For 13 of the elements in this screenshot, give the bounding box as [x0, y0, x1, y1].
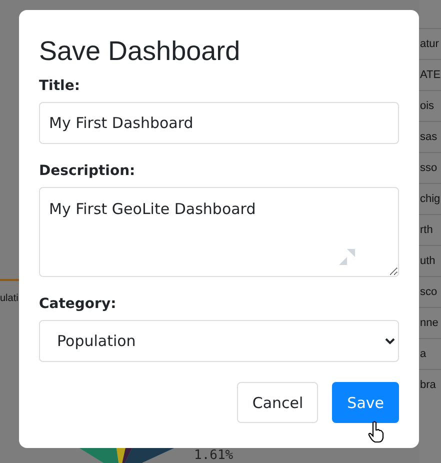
field-label: Category:	[39, 296, 118, 312]
chart-label: 1.61%	[194, 448, 234, 463]
dialog-title: Save Dashboard	[39, 35, 242, 68]
field-label: Description:	[39, 163, 136, 179]
field-label: Title:	[39, 78, 81, 94]
title-field[interactable]: My First Dashboard	[39, 102, 399, 144]
tab-label[interactable]: ulati	[0, 293, 18, 304]
cancel-button[interactable]: Cancel	[237, 382, 318, 423]
hand-cursor-icon	[368, 421, 384, 443]
triangle-icon	[339, 249, 355, 265]
save-button[interactable]: Save	[332, 382, 399, 423]
category-select[interactable]: Population	[39, 320, 399, 362]
description-field[interactable]: My First GeoLite Dashboard	[39, 187, 399, 277]
